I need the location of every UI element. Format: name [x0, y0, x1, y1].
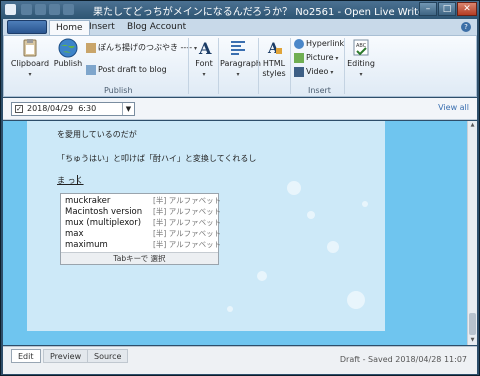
paragraph-icon: [227, 38, 249, 58]
ribbon-tab-row: Home Insert Blog Account ?: [3, 19, 477, 35]
blog-selector[interactable]: ぽんち揚げのつぶやき ---- ▾: [86, 42, 197, 54]
ribbon: Clipboard ▾ Publish ぽんち揚げのつぶやき ---- ▾ Po…: [3, 35, 477, 97]
background-decoration: [347, 291, 365, 309]
blog-icon: [86, 42, 96, 53]
editor-scrollbar[interactable]: ▲ ▼: [467, 121, 477, 345]
font-label: Font: [195, 59, 213, 68]
candidate-word: maximum: [65, 240, 108, 250]
candidate-tag: [半] アルファベット: [153, 196, 222, 205]
svg-text:A: A: [198, 39, 212, 58]
file-menu-button[interactable]: [7, 20, 47, 34]
video-button[interactable]: Video ▾: [294, 66, 333, 78]
font-button[interactable]: A Font ▾: [192, 38, 216, 78]
app-window: 果たしてどっちがメインになるんだろうか？ No2561 - Open Live …: [0, 0, 480, 376]
html-styles-icon: A: [263, 38, 285, 58]
tab-insert[interactable]: Insert: [83, 20, 121, 35]
candidate-tag: [半] アルファベット: [153, 207, 222, 216]
background-decoration: [307, 211, 315, 219]
hyperlink-icon: [294, 38, 304, 49]
date-bar: ✓ 2018/04/29 6:30 ▼ View all: [3, 98, 477, 120]
background-decoration: [257, 271, 267, 281]
date-value: 2018/04/29 6:30: [27, 104, 96, 113]
post-draft-icon: [86, 64, 96, 75]
ribbon-separator: [188, 38, 189, 94]
video-label: Video: [306, 67, 329, 76]
blog-name: ぽんち揚げのつぶやき ----: [98, 43, 193, 52]
paragraph-button[interactable]: Paragraph ▾: [220, 38, 261, 78]
html-styles-label-line1: HTML: [262, 59, 286, 68]
save-status: Draft - Saved 2018/04/28 11:07: [339, 355, 467, 364]
background-decoration: [287, 181, 301, 195]
paragraph-label: Paragraph: [220, 59, 261, 68]
clipboard-button[interactable]: Clipboard ▾: [10, 38, 50, 78]
title-bar: 果たしてどっちがメインになるんだろうか？ No2561 - Open Live …: [1, 1, 479, 19]
editor-paragraph: を愛用しているのだが: [57, 130, 137, 139]
spellcheck-icon: ABC: [350, 38, 372, 58]
picture-button[interactable]: Picture ▾: [294, 52, 338, 64]
editing-button[interactable]: ABC Editing ▾: [346, 38, 376, 78]
hyperlink-button[interactable]: Hyperlink: [294, 38, 344, 49]
publish-label: Publish: [53, 59, 83, 68]
scrollbar-thumb[interactable]: [469, 313, 476, 335]
clipboard-label: Clipboard: [10, 59, 50, 68]
date-time: 6:30: [78, 104, 97, 113]
save-icon[interactable]: [21, 4, 32, 15]
html-styles-label-line2: styles: [262, 69, 286, 78]
hyperlink-label: Hyperlink: [306, 39, 345, 48]
editing-label: Editing: [347, 59, 375, 68]
ribbon-separator: [218, 38, 219, 94]
publish-date-picker[interactable]: ✓ 2018/04/29 6:30 ▼: [11, 102, 135, 116]
chevron-down-icon[interactable]: ▼: [122, 103, 134, 115]
scroll-up-icon[interactable]: ▲: [469, 122, 476, 129]
view-tab-source[interactable]: Source: [87, 349, 129, 363]
tab-blog-account[interactable]: Blog Account: [121, 20, 192, 35]
ime-candidate-list: muckraker [半] アルファベット Macintosh version …: [60, 193, 222, 265]
candidate-word: muckraker: [65, 196, 111, 206]
view-tab-preview[interactable]: Preview: [43, 349, 89, 363]
date-date: 2018/04/29: [27, 104, 74, 113]
text-cursor: [77, 175, 78, 184]
candidate-word: mux (multiplexor): [65, 218, 142, 228]
clipboard-icon: [19, 38, 41, 58]
publish-button[interactable]: Publish: [52, 38, 84, 69]
html-styles-button[interactable]: A HTML styles: [260, 38, 288, 79]
post-draft-button[interactable]: Post draft to blog: [86, 64, 167, 75]
candidate-tag: [半] アルファベット: [153, 229, 222, 238]
date-checkbox[interactable]: ✓: [15, 105, 23, 113]
minimize-button[interactable]: –: [419, 2, 437, 16]
undo-icon[interactable]: [35, 4, 46, 15]
maximize-button[interactable]: □: [438, 2, 456, 16]
ribbon-separator: [258, 38, 259, 94]
background-decoration: [227, 306, 233, 312]
publish-group-label: Publish: [104, 86, 133, 95]
video-icon: [294, 66, 304, 77]
candidate-tag: [半] アルファベット: [153, 218, 222, 227]
scroll-down-icon[interactable]: ▼: [469, 337, 476, 344]
help-icon[interactable]: ?: [461, 22, 471, 32]
editor-paragraph-composing: ま っく: [57, 176, 84, 185]
candidate-tag: [半] アルファベット: [153, 240, 222, 249]
insert-group-label: Insert: [308, 86, 331, 95]
background-decoration: [362, 201, 368, 207]
view-all-link[interactable]: View all: [438, 103, 469, 112]
ribbon-separator: [344, 38, 345, 94]
candidate-word: Macintosh version: [65, 207, 143, 217]
candidate-footer: Tabキーで 選択: [61, 252, 218, 264]
app-logo-icon: [5, 4, 16, 15]
close-button[interactable]: ✕: [457, 2, 477, 16]
status-bar: Edit Preview Source Draft - Saved 2018/0…: [3, 346, 477, 374]
font-icon: A: [193, 38, 215, 58]
globe-icon: [57, 38, 79, 58]
redo-icon[interactable]: [49, 4, 60, 15]
view-tab-edit[interactable]: Edit: [11, 349, 41, 363]
editor-paragraph: 「ちゅうはい」と叩けば「酎ハイ」と変換してくれるし: [57, 154, 257, 163]
quick-access-dropdown-icon[interactable]: [63, 4, 74, 15]
window-title: 果たしてどっちがメインになるんだろうか？ No2561 - Open Live …: [93, 7, 429, 18]
background-decoration: [327, 241, 339, 253]
ribbon-separator: [290, 38, 291, 94]
picture-label: Picture: [306, 53, 334, 62]
candidate-word: max: [65, 229, 84, 239]
picture-icon: [294, 52, 304, 63]
post-draft-label: Post draft to blog: [98, 65, 167, 74]
